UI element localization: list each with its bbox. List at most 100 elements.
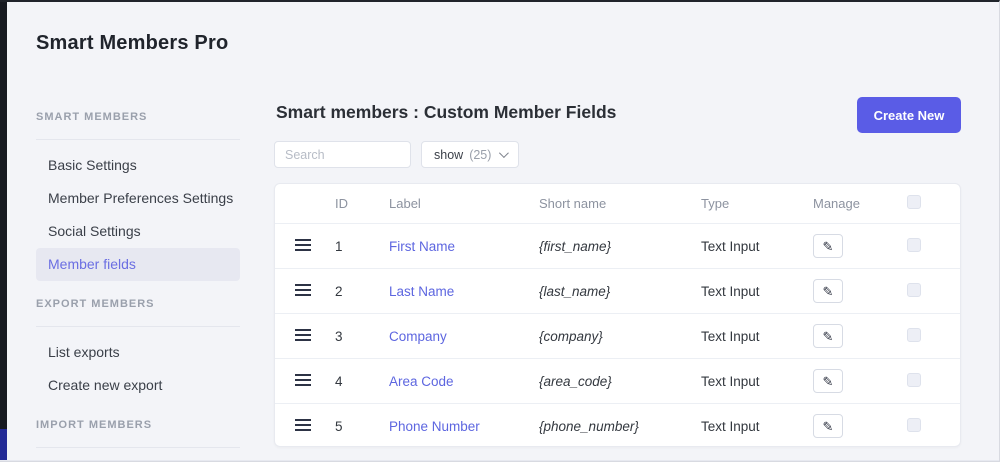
row-short-name: {first_name}: [539, 238, 612, 254]
window-left-edge: [0, 2, 7, 461]
table-row: 4 Area Code {area_code} Text Input ✎: [275, 358, 960, 403]
edit-button[interactable]: ✎: [813, 324, 843, 348]
select-cell: [893, 327, 960, 345]
select-all-checkbox[interactable]: [907, 195, 921, 209]
sidebar-item-list-exports[interactable]: List exports: [36, 336, 240, 369]
app-title: Smart Members Pro: [36, 32, 229, 54]
row-id: 5: [335, 418, 343, 434]
edit-button[interactable]: ✎: [813, 279, 843, 303]
sidebar-item-member-fields[interactable]: Member fields: [36, 248, 240, 281]
table-row: 5 Phone Number {phone_number} Text Input ✎: [275, 403, 960, 446]
row-short-name: {area_code}: [539, 373, 612, 389]
row-short-name: {company}: [539, 328, 603, 344]
table-header-row: ID Label Short name Type Manage: [275, 184, 960, 223]
sidebar-section-heading-export-members: EXPORT MEMBERS: [36, 298, 155, 310]
table-row: 2 Last Name {last_name} Text Input ✎: [275, 268, 960, 313]
row-type: Text Input: [701, 418, 760, 434]
table-row: 1 First Name {first_name} Text Input ✎: [275, 223, 960, 268]
edit-button[interactable]: ✎: [813, 414, 843, 438]
chevron-down-icon: [499, 148, 510, 159]
field-label-link[interactable]: First Name: [389, 239, 455, 254]
edit-button[interactable]: ✎: [813, 369, 843, 393]
select-row-checkbox[interactable]: [907, 417, 921, 432]
header-id: ID: [335, 196, 348, 211]
label-cell: First Name: [375, 239, 525, 254]
select-row-checkbox[interactable]: [907, 282, 921, 297]
table-body: 1 First Name {first_name} Text Input ✎ 2 Last …: [275, 223, 960, 446]
label-cell: Last Name: [375, 284, 525, 299]
sidebar-divider: [36, 447, 240, 448]
show-dropdown-count: (25): [469, 147, 492, 162]
pencil-icon: ✎: [822, 418, 834, 434]
pencil-icon: ✎: [822, 283, 834, 299]
sidebar-divider: [36, 326, 240, 327]
pencil-icon: ✎: [822, 373, 834, 389]
sidebar-section-heading-import-members: IMPORT MEMBERS: [36, 419, 153, 431]
row-id: 3: [335, 328, 343, 344]
table-row: 3 Company {company} Text Input ✎: [275, 313, 960, 358]
sidebar-item-basic-settings[interactable]: Basic Settings: [36, 149, 240, 182]
drag-handle-icon[interactable]: [295, 328, 311, 341]
show-dropdown-label: show: [434, 147, 464, 162]
search-input[interactable]: [274, 141, 411, 168]
window-left-edge-accent: [0, 429, 7, 461]
field-label-link[interactable]: Last Name: [389, 284, 454, 299]
page-title: Smart members : Custom Member Fields: [276, 102, 617, 122]
field-label-link[interactable]: Area Code: [389, 374, 454, 389]
label-cell: Company: [375, 329, 525, 344]
field-label-link[interactable]: Company: [389, 329, 447, 344]
manage-cell: ✎: [799, 279, 893, 303]
field-label-link[interactable]: Phone Number: [389, 419, 480, 434]
sidebar-item-create-new-export[interactable]: Create new export: [36, 369, 240, 402]
header-short-name: Short name: [539, 196, 607, 211]
table-controls: show (25): [274, 141, 520, 168]
manage-cell: ✎: [799, 234, 893, 258]
drag-cell: [275, 283, 325, 299]
row-type: Text Input: [701, 283, 760, 299]
create-new-button[interactable]: Create New: [857, 97, 961, 133]
select-row-checkbox[interactable]: [907, 327, 921, 342]
header-label: Label: [389, 196, 421, 211]
row-id: 2: [335, 283, 343, 299]
header-select-cell: [893, 195, 960, 212]
sidebar: SMART MEMBERS Basic Settings Member Prefer…: [36, 102, 240, 461]
drag-cell: [275, 238, 325, 254]
sidebar-section-heading-smart-members: SMART MEMBERS: [36, 111, 148, 123]
select-row-checkbox[interactable]: [907, 237, 921, 252]
row-type: Text Input: [701, 373, 760, 389]
header-type: Type: [701, 196, 730, 211]
drag-handle-icon[interactable]: [295, 418, 311, 431]
drag-handle-icon[interactable]: [295, 283, 311, 296]
manage-cell: ✎: [799, 414, 893, 438]
drag-cell: [275, 373, 325, 389]
manage-cell: ✎: [799, 324, 893, 348]
label-cell: Phone Number: [375, 419, 525, 434]
drag-cell: [275, 418, 325, 434]
sidebar-divider: [36, 139, 240, 140]
row-short-name: {last_name}: [539, 283, 611, 299]
drag-handle-icon[interactable]: [295, 238, 311, 251]
select-cell: [893, 282, 960, 300]
header-manage: Manage: [813, 196, 860, 211]
select-row-checkbox[interactable]: [907, 372, 921, 387]
manage-cell: ✎: [799, 369, 893, 393]
member-fields-table: ID Label Short name Type Manage 1 First N…: [274, 183, 961, 447]
pencil-icon: ✎: [822, 328, 834, 344]
row-id: 1: [335, 238, 343, 254]
edit-button[interactable]: ✎: [813, 234, 843, 258]
main-content: Smart members : Custom Member Fields Cre…: [274, 90, 961, 461]
row-type: Text Input: [701, 328, 760, 344]
app-window: Smart Members Pro SMART MEMBERS Basic Set…: [0, 0, 1000, 462]
row-short-name: {phone_number}: [539, 418, 639, 434]
drag-handle-icon[interactable]: [295, 373, 311, 386]
label-cell: Area Code: [375, 374, 525, 389]
select-cell: [893, 417, 960, 435]
row-type: Text Input: [701, 238, 760, 254]
sidebar-item-social-settings[interactable]: Social Settings: [36, 215, 240, 248]
select-cell: [893, 372, 960, 390]
row-id: 4: [335, 373, 343, 389]
pencil-icon: ✎: [822, 238, 834, 254]
drag-cell: [275, 328, 325, 344]
show-count-dropdown[interactable]: show (25): [421, 141, 520, 168]
sidebar-item-member-preferences-settings[interactable]: Member Preferences Settings: [36, 182, 240, 215]
